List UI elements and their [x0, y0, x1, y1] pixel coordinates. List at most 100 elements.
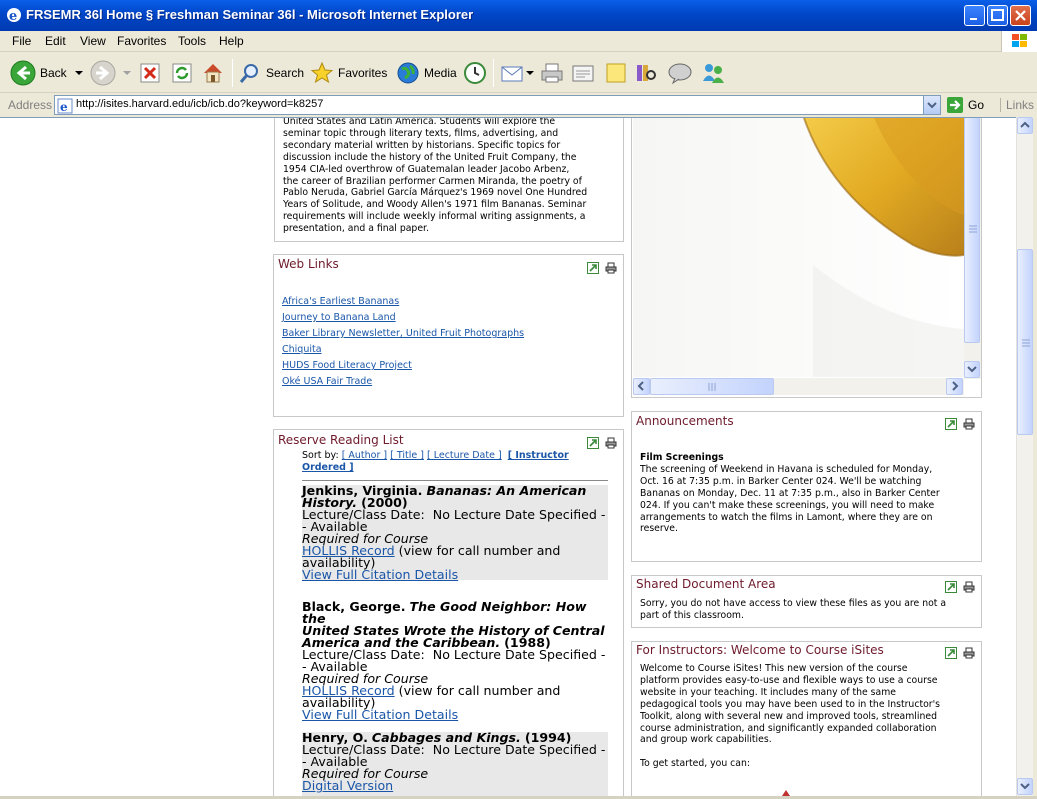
web-link-africa[interactable]: Africa's Earliest Bananas: [282, 296, 399, 307]
lecture-date-value: No Lecture Date Specified -: [432, 507, 606, 522]
page-vscrollbar[interactable]: [1016, 117, 1033, 796]
links-button[interactable]: Links: [1000, 98, 1034, 112]
image-scroll-thumb[interactable]: [964, 118, 980, 343]
sort-author-link[interactable]: [ Author ]: [342, 450, 387, 461]
toolbar: Back Search Favorites Media: [0, 53, 1037, 93]
scroll-left-arrow-icon: [637, 381, 644, 391]
instructors-line: and group work capabilities.: [640, 734, 772, 746]
instructors-line: website in your teaching. It includes ma…: [640, 686, 896, 698]
description-line: discussion include the history of the Un…: [283, 151, 577, 163]
messenger-button[interactable]: [700, 58, 726, 88]
history-button[interactable]: [463, 58, 487, 88]
print-icon[interactable]: [605, 437, 617, 449]
expand-arrow-icon[interactable]: [587, 437, 599, 449]
forward-button[interactable]: [90, 58, 132, 88]
sort-instructor-link-cont[interactable]: Ordered ]: [302, 462, 354, 473]
description-line: seminar topic through literary texts, fi…: [283, 127, 559, 139]
full-citation-link[interactable]: View Full Citation Details: [302, 707, 458, 722]
description-line: the career of Brazilian performer Carmen…: [283, 175, 582, 187]
scroll-up-button[interactable]: [1017, 117, 1033, 134]
print-button[interactable]: [540, 58, 564, 88]
announcement-line: Oct. 16 at 7:35 p.m. in Barker Center 02…: [640, 475, 922, 487]
web-link-baker-library[interactable]: Baker Library Newsletter, United Fruit P…: [282, 328, 524, 339]
menu-favorites[interactable]: Favorites: [117, 34, 166, 48]
menu-tools[interactable]: Tools: [178, 34, 206, 48]
image-hscroll-thumb[interactable]: [650, 378, 774, 395]
favorites-label: Favorites: [338, 66, 388, 80]
image-vscrollbar[interactable]: [964, 118, 981, 379]
instructors-line: platform provides easy-to-use and flexib…: [640, 674, 938, 686]
expand-arrow-icon[interactable]: [945, 418, 957, 430]
reserve-reading-list-panel: Reserve Reading List Sort by: [ Author ]…: [273, 429, 624, 799]
instructors-line: course administration, and significantly…: [640, 722, 937, 734]
home-button[interactable]: [201, 58, 225, 88]
back-button[interactable]: Back: [10, 58, 85, 88]
messenger-chat-button[interactable]: [667, 58, 693, 88]
full-citation-link[interactable]: View Full Citation Details: [302, 567, 458, 582]
page-scroll-thumb[interactable]: [1017, 249, 1033, 435]
go-button[interactable]: Go: [946, 96, 984, 114]
image-hscrollbar[interactable]: [633, 378, 964, 395]
expand-arrow-icon[interactable]: [945, 647, 957, 659]
image-scroll-down-button[interactable]: [964, 361, 980, 378]
print-icon[interactable]: [605, 262, 617, 274]
address-input[interactable]: e http://isites.harvard.edu/icb/icb.do?k…: [54, 95, 941, 115]
announcement-line: 024. If you can't make these screenings,…: [640, 499, 935, 511]
history-clock-icon: [464, 62, 486, 84]
expand-arrow-icon[interactable]: [587, 262, 599, 274]
print-icon[interactable]: [963, 418, 975, 430]
shared-docs-line: Sorry, you do not have access to view th…: [640, 598, 947, 609]
scroll-right-arrow-icon: [952, 381, 959, 391]
image-scroll-left-button[interactable]: [633, 378, 650, 395]
reading-item: Black, George. The Good Neighbor: How th…: [302, 600, 608, 721]
address-dropdown-button[interactable]: [923, 96, 940, 114]
menu-help[interactable]: Help: [219, 34, 244, 48]
address-bar: Address e http://isites.harvard.edu/icb/…: [0, 94, 1037, 117]
web-links-panel: Web Links Africa's Earliest Bananas Jour…: [273, 254, 624, 417]
maximize-button[interactable]: [987, 5, 1008, 26]
mail-button[interactable]: [500, 58, 534, 88]
chevron-down-icon: [927, 102, 937, 109]
expand-arrow-icon[interactable]: [945, 581, 957, 593]
web-link-oke[interactable]: Oké USA Fair Trade: [282, 376, 372, 387]
description-line: United States and Latin America. Student…: [283, 117, 556, 127]
hollis-note: (view for call number and: [398, 543, 561, 558]
image-scroll-right-button[interactable]: [946, 378, 963, 395]
print-icon[interactable]: [963, 581, 975, 593]
instructors-line: pedagogical tools you may have been used…: [640, 698, 940, 710]
minimize-button[interactable]: [964, 5, 985, 26]
description-line: 1954 CIA-led overthrow of Guatemalan lea…: [283, 163, 570, 175]
menu-bar: File Edit View Favorites Tools Help: [0, 31, 1037, 52]
sort-title-link[interactable]: [ Title ]: [390, 450, 424, 461]
close-button[interactable]: [1010, 5, 1031, 26]
window-title: FRSEMR 36l Home § Freshman Seminar 36l -…: [26, 7, 474, 22]
print-icon[interactable]: [963, 647, 975, 659]
media-button[interactable]: Media: [396, 58, 457, 88]
windows-flag-icon: [1012, 34, 1027, 47]
web-link-huds[interactable]: HUDS Food Literacy Project: [282, 360, 412, 371]
web-link-journey[interactable]: Journey to Banana Land: [282, 312, 396, 323]
menu-edit[interactable]: Edit: [45, 34, 66, 48]
web-link-chiquita[interactable]: Chiquita: [282, 344, 322, 355]
menu-view[interactable]: View: [80, 34, 106, 48]
media-globe-icon: [397, 62, 419, 84]
minimize-icon: [970, 18, 977, 20]
sort-instructor-link[interactable]: [ Instructor: [508, 450, 569, 461]
dropdown-arrow-icon: [123, 71, 131, 75]
sort-lecture-date-link[interactable]: [ Lecture Date ]: [427, 450, 502, 461]
announcement-line: Bananas on Monday, Dec. 11 at 7:35 p.m.,…: [640, 487, 940, 499]
menu-file[interactable]: File: [12, 34, 31, 48]
search-button[interactable]: Search: [238, 58, 304, 88]
edit-button[interactable]: [571, 58, 595, 88]
refresh-button[interactable]: [171, 58, 193, 88]
research-button[interactable]: [634, 58, 658, 88]
favorites-button[interactable]: Favorites: [310, 58, 387, 88]
scroll-down-button[interactable]: [1017, 778, 1033, 795]
discuss-button[interactable]: [604, 58, 628, 88]
title-bar[interactable]: e FRSEMR 36l Home § Freshman Seminar 36l…: [0, 0, 1037, 31]
stop-button[interactable]: [139, 58, 161, 88]
web-links-title: Web Links: [278, 257, 339, 271]
image-panel: [631, 118, 982, 398]
digital-version-link[interactable]: Digital Version: [302, 778, 393, 793]
hollis-note: (view for call number and: [398, 683, 561, 698]
